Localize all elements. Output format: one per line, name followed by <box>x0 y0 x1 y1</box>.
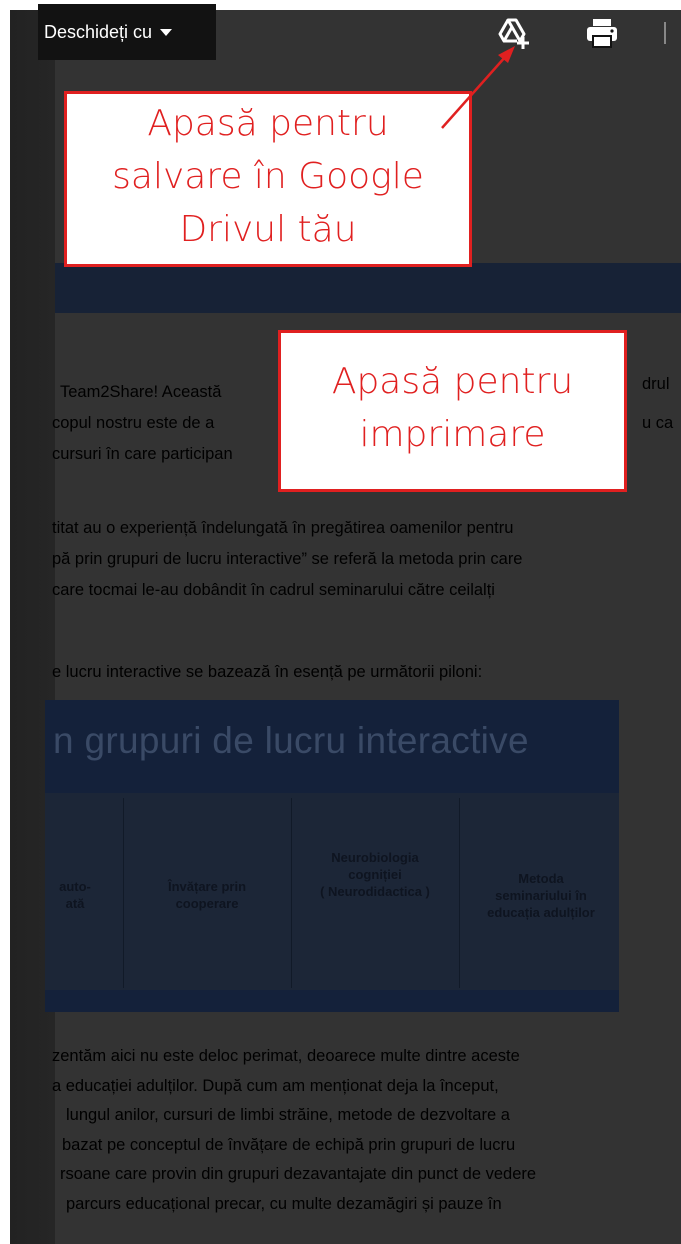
para1-right-line2: u ca <box>642 414 674 432</box>
print-annotation-line2: imprimare <box>359 414 546 455</box>
toolbar-edge <box>664 22 666 44</box>
diagram-col-4: Metoda seminariului în educația adulțilo… <box>487 871 595 920</box>
diagram-footer <box>45 990 619 1012</box>
para2-line1: titat au o experiență îndelungată în pre… <box>52 519 514 537</box>
para4-line1: zentăm aici nu este deloc perimat, deoar… <box>52 1047 520 1065</box>
para1-line2: copul nostru este de a <box>52 414 215 432</box>
add-to-drive-icon <box>498 18 529 49</box>
para4-line4: bazat pe conceptul de învățare de echipă… <box>62 1136 516 1154</box>
add-to-drive-button[interactable] <box>497 16 533 50</box>
drive-annotation-line3: Drivul tău <box>179 209 357 250</box>
diagram-col-3: Neurobiologia cogniției ( Neurodidactica… <box>320 850 430 899</box>
dropdown-caret-icon <box>160 28 173 36</box>
pillars-diagram: n grupuri de lucru interactive auto- ată… <box>45 700 619 1012</box>
drive-annotation: Apasă pentru salvare în Google Drivul tă… <box>64 91 472 267</box>
para2-line2: pă prin grupuri de lucru interactive” se… <box>52 550 523 568</box>
header-band <box>55 263 681 313</box>
print-annotation: Apasă pentru imprimare <box>278 330 627 492</box>
para1-line1: Team2Share! Această <box>60 383 222 401</box>
para4-line6: parcurs educațional precar, cu multe dez… <box>66 1195 502 1213</box>
print-icon <box>587 19 617 48</box>
left-margin <box>10 10 55 1244</box>
diagram-col-2: Învățare prin cooperare <box>167 879 247 911</box>
para4-line5: rsoane care provin din grupuri dezavanta… <box>60 1165 537 1183</box>
print-annotation-line1: Apasă pentru <box>331 361 574 402</box>
para2-line3: care tocmai le-au dobândit în cadrul sem… <box>52 581 495 599</box>
open-with-label: Deschideți cu <box>44 21 153 42</box>
para3-line1: e lucru interactive se bazează în esență… <box>52 663 483 681</box>
diagram-header: n grupuri de lucru interactive <box>45 700 619 793</box>
para1-right-line1: drul <box>642 375 670 393</box>
diagram-title: n grupuri de lucru interactive <box>53 720 529 761</box>
para1-line3: cursuri în care participan <box>52 445 233 463</box>
drive-annotation-line1: Apasă pentru <box>147 103 389 144</box>
drive-annotation-line2: salvare în Google <box>112 156 424 197</box>
diagram-divider-1 <box>123 798 124 988</box>
para4-line2: a educației adulților. După cum am menți… <box>52 1077 499 1095</box>
open-with-button[interactable]: Deschideți cu <box>38 4 216 60</box>
print-button[interactable] <box>584 16 620 50</box>
diagram-divider-2 <box>291 798 292 988</box>
diagram-divider-3 <box>459 798 460 988</box>
diagram-col-1: auto- ată <box>59 879 91 911</box>
para4-line3: lungul anilor, cursuri de limbi străine,… <box>66 1106 510 1124</box>
